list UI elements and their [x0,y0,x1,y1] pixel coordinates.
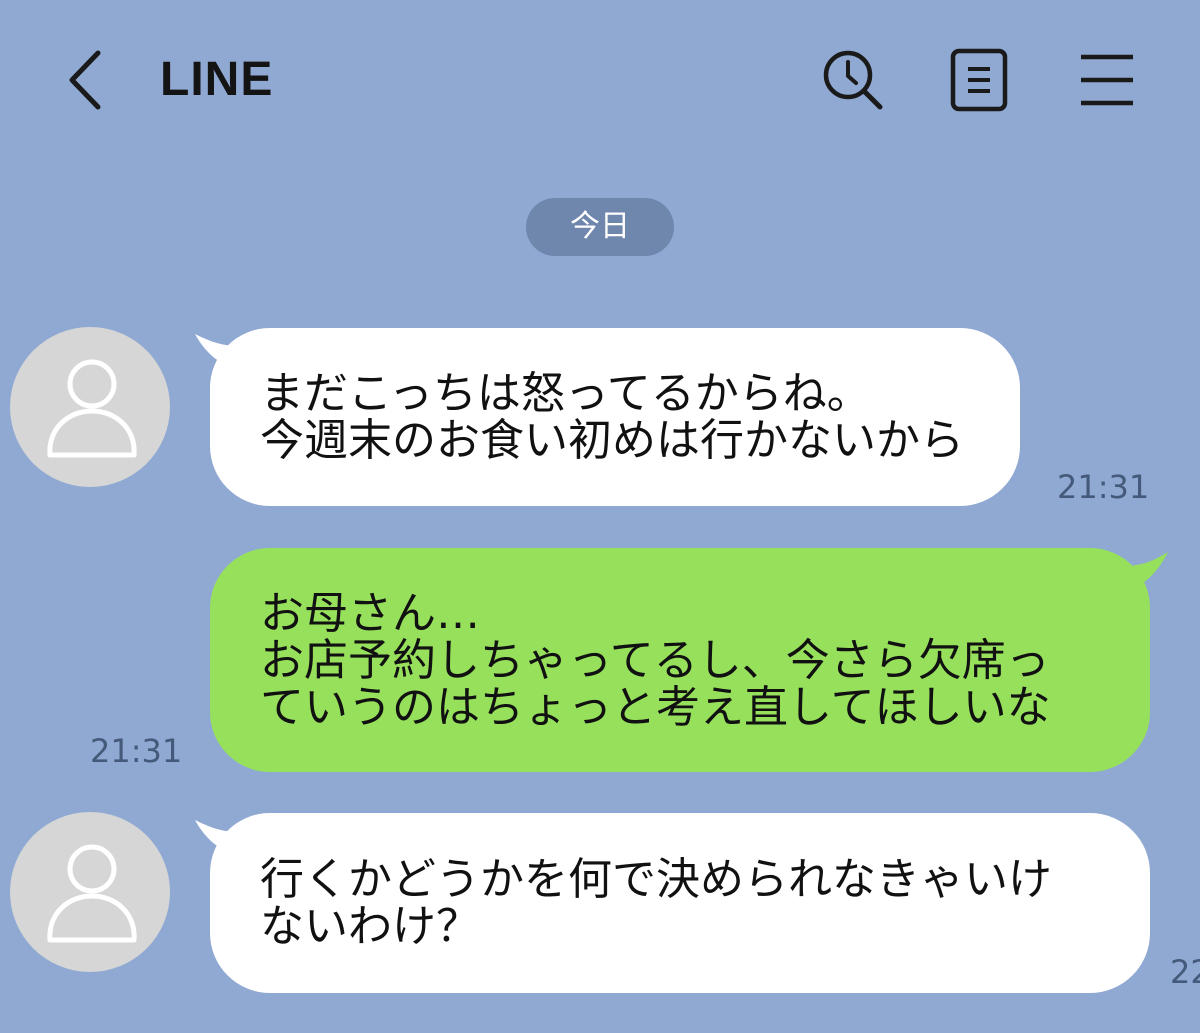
message-line: お母さん… [260,587,480,639]
user-icon [47,844,137,943]
message-line: ないわけ？ [260,901,480,952]
message-line: まだこっちは怒ってるからね。 [260,368,871,419]
message-time: 21:31 [1057,468,1150,506]
menu-icon [1081,54,1133,106]
notes-button[interactable] [945,45,1015,115]
menu-button[interactable] [1075,45,1145,115]
avatar[interactable] [10,327,170,487]
message-line: 行くかどうかを何で決められなきゃいけ [260,854,1052,905]
chat-title: LINE [160,53,274,106]
notes-icon [950,48,1008,112]
message-line: お店予約しちゃってるし、今さら欠席っ [260,634,1050,686]
date-divider: 今日 [526,198,674,256]
message-line: 今週末のお食い初めは行かないから [260,415,964,466]
avatar[interactable] [10,812,170,972]
message-bubble-incoming[interactable]: 行くかどうかを何で決められなきゃいけ ないわけ？ [210,813,1150,993]
message-bubble-incoming[interactable]: まだこっちは怒ってるからね。 今週末のお食い初めは行かないから [210,328,1020,506]
message-line: ていうのはちょっと考え直してほしいな [260,681,1051,733]
user-icon [47,359,137,458]
chevron-left-icon [69,50,101,110]
search-button[interactable] [818,45,888,115]
search-clock-icon [823,50,883,110]
message-time: 21:31 [90,732,183,770]
chat-header: LINE [0,0,1200,160]
back-button[interactable] [60,45,120,115]
message-time: 22 [1170,953,1200,991]
message-bubble-outgoing[interactable]: お母さん… お店予約しちゃってるし、今さら欠席っ ていうのはちょっと考え直してほ… [210,548,1150,772]
